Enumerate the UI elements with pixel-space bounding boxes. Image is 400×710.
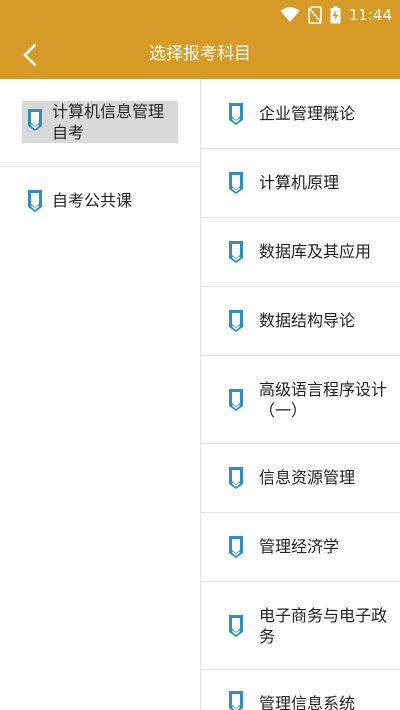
subject-item[interactable]: 高级语言程序设计（一） xyxy=(201,356,400,444)
category-label: 自考公共课 xyxy=(52,191,133,210)
subject-item[interactable]: 计算机原理 xyxy=(201,149,400,218)
subject-label: 管理经济学 xyxy=(259,537,340,556)
subject-item[interactable]: 信息资源管理 xyxy=(201,444,400,513)
book-icon xyxy=(227,388,245,416)
subject-label: 数据库及其应用 xyxy=(259,242,372,261)
page-title: 选择报考科目 xyxy=(149,44,251,64)
book-icon xyxy=(227,535,245,563)
wifi-icon xyxy=(280,7,300,22)
subject-item[interactable]: 管理经济学 xyxy=(201,513,400,582)
subject-label: 数据结构导论 xyxy=(259,311,356,330)
book-icon xyxy=(227,102,245,130)
app-bar: 选择报考科目 xyxy=(0,30,400,79)
subject-item[interactable]: 电子商务与电子政务 xyxy=(201,582,400,670)
status-icons: 11:44 xyxy=(280,4,392,26)
category-label: 计算机信息管理自考 xyxy=(52,102,165,142)
subject-label: 计算机原理 xyxy=(259,173,340,192)
subject-item[interactable]: 数据结构导论 xyxy=(201,287,400,356)
subject-label: 电子商务与电子政务 xyxy=(259,606,388,646)
status-bar: 11:44 xyxy=(0,0,400,30)
category-item-computer-info-mgmt[interactable]: 计算机信息管理自考 xyxy=(0,79,200,167)
book-icon xyxy=(227,240,245,268)
subject-label: 信息资源管理 xyxy=(259,468,356,487)
subject-label: 管理信息系统 xyxy=(259,694,356,710)
subject-item[interactable]: 管理信息系统 xyxy=(201,670,400,710)
book-icon xyxy=(227,466,245,494)
subject-item[interactable]: 企业管理概论 xyxy=(201,79,400,149)
subject-list: 企业管理概论 计算机原理 数据库及其应用 数据结构导论 高级语言程序设计（一） … xyxy=(200,79,400,710)
chevron-left-icon xyxy=(23,43,37,67)
book-icon xyxy=(26,189,44,217)
book-icon xyxy=(26,108,44,136)
subject-label: 企业管理概论 xyxy=(259,104,356,123)
category-list: 计算机信息管理自考 自考公共课 xyxy=(0,79,200,710)
category-row: 自考公共课 xyxy=(22,189,170,213)
no-sim-icon xyxy=(307,6,322,24)
book-icon xyxy=(227,690,245,710)
back-button[interactable] xyxy=(12,38,48,72)
book-icon xyxy=(227,614,245,642)
category-item-selected-highlight: 计算机信息管理自考 xyxy=(22,101,178,143)
battery-charging-icon xyxy=(330,6,341,24)
book-icon xyxy=(227,171,245,199)
subject-label: 高级语言程序设计（一） xyxy=(259,380,388,420)
book-icon xyxy=(227,309,245,337)
status-time: 11:44 xyxy=(348,6,392,24)
category-item-public-courses[interactable]: 自考公共课 xyxy=(0,167,200,237)
subject-item[interactable]: 数据库及其应用 xyxy=(201,218,400,287)
